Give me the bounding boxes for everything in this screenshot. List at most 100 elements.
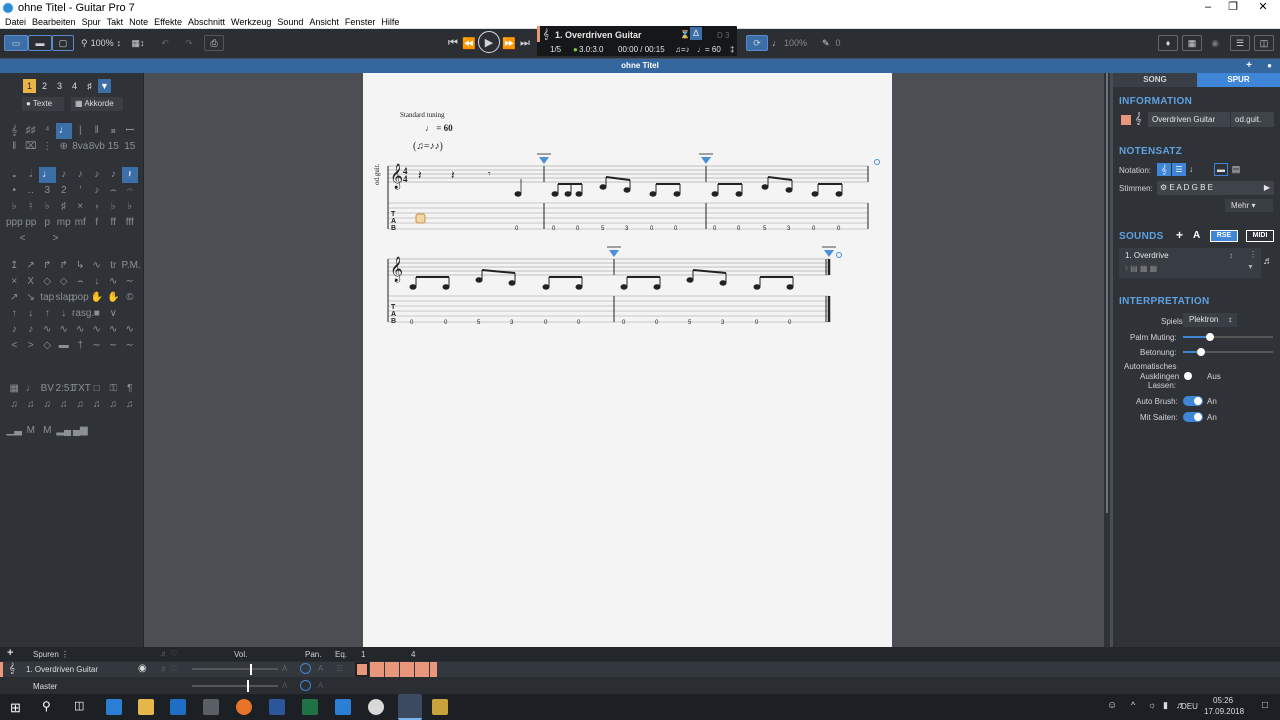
bv-icon[interactable]: BV <box>39 381 56 397</box>
automation-2-icon[interactable]: M <box>23 423 40 439</box>
zoom-control[interactable]: ⚲ 100% ↕ <box>78 35 128 51</box>
brush-up-icon[interactable]: < <box>6 338 23 354</box>
scrollbar-thumb[interactable] <box>1106 73 1108 513</box>
effect-chain-icon[interactable]: ♮ ▤ ▦ ▦ <box>1125 264 1157 273</box>
fingering-icon[interactable]: ∨ <box>105 306 122 322</box>
track-pan-knob[interactable] <box>300 663 311 674</box>
release-icon[interactable]: ↳ <box>72 258 89 274</box>
layout-options-icon[interactable]: ▦↕ <box>127 35 149 51</box>
tuplet-icon[interactable]: ♩ <box>55 123 72 139</box>
tab-number[interactable]: 5 <box>763 226 766 232</box>
bar-line-icon[interactable]: | <box>72 123 89 139</box>
strings-toggle[interactable] <box>1183 412 1203 422</box>
golpe-2-icon[interactable]: ◇ <box>39 338 56 354</box>
speed-control[interactable]: ♩ 100% <box>772 35 812 51</box>
tab-number[interactable]: 5 <box>601 226 604 232</box>
vibrato-bend-icon[interactable]: ∿ <box>89 258 106 274</box>
tab-number[interactable]: 5 <box>477 320 480 326</box>
eighth-note-icon[interactable]: ♪ <box>56 167 73 183</box>
tab-spur[interactable]: SPUR <box>1197 73 1280 87</box>
pm-icon[interactable]: P.M. <box>122 258 141 274</box>
metronome-toggle-icon[interactable]: ∆ <box>690 27 702 40</box>
double-dot-icon[interactable]: ‥ <box>23 183 40 199</box>
clock-date[interactable]: 17.09.2018 <box>1204 707 1244 716</box>
menu-sound[interactable]: Sound <box>277 17 303 27</box>
more-button[interactable]: Mehr ▾ <box>1225 199 1273 212</box>
notation-numbered-icon[interactable]: ▬ <box>1214 163 1228 176</box>
tray-arrow-icon[interactable]: ^ <box>1131 700 1135 710</box>
tab-number[interactable]: 5 <box>688 320 691 326</box>
whammy-icon[interactable]: ∿ <box>39 322 56 338</box>
tab-number[interactable]: 0 <box>515 226 518 232</box>
tab-number[interactable]: 0 <box>755 320 758 326</box>
dyn-ppp-icon[interactable]: ppp <box>6 215 23 231</box>
menu-spur[interactable]: Spur <box>82 17 101 27</box>
menu-note[interactable]: Note <box>129 17 148 27</box>
beam-3-icon[interactable]: ♫ <box>39 397 56 413</box>
track-row[interactable]: 𝄞 1. Overdriven Guitar ◉ ♬ ♡ A A ☰ <box>0 662 1280 677</box>
automation-4-icon[interactable]: ▂▄ <box>56 423 73 439</box>
tab-number[interactable]: 0 <box>552 226 555 232</box>
single-note-icon[interactable]: ♩ <box>23 381 40 397</box>
tap-harmonic-icon[interactable]: ↓ <box>89 274 106 290</box>
menu-effekte[interactable]: Effekte <box>154 17 182 27</box>
thirty-second-note-icon[interactable]: ♪ <box>89 167 106 183</box>
task-view-icon[interactable]: ◫ <box>74 699 84 712</box>
tab-number[interactable]: 0 <box>444 320 447 326</box>
accent-knob[interactable] <box>1197 348 1205 356</box>
add-tab-icon[interactable]: + <box>1246 59 1252 73</box>
tab-number[interactable]: 0 <box>544 320 547 326</box>
guitar-pro-taskbar-icon[interactable] <box>398 694 422 720</box>
beam-4-icon[interactable]: ♫ <box>56 397 73 413</box>
mute-solo-icon[interactable]: ♬ ♡ <box>160 664 177 673</box>
track-row-name[interactable]: 1. Overdriven Guitar <box>26 665 98 674</box>
rake-icon[interactable]: ∿ <box>105 322 122 338</box>
stroke-down-icon[interactable]: ↓ <box>23 306 40 322</box>
visibility-eye-icon[interactable]: ◉ <box>138 663 147 674</box>
excel-icon[interactable] <box>302 699 318 715</box>
wide-vibrato-icon[interactable]: ∼ <box>122 274 139 290</box>
lock-icon[interactable]: ⚿ <box>105 381 122 397</box>
free-time-icon[interactable]: ⋮ <box>39 139 56 155</box>
network-icon[interactable]: ☼ <box>1148 700 1156 710</box>
tuplet-2-icon[interactable]: 2 <box>56 183 73 199</box>
dropbox-icon[interactable] <box>335 699 351 715</box>
volume-control[interactable]: ✎ 0 <box>822 35 867 51</box>
tab-number[interactable]: 0 <box>650 226 653 232</box>
voice-2-button[interactable]: 2 <box>38 79 51 93</box>
vibrato-icon[interactable]: ∿ <box>105 274 122 290</box>
decrescendo-icon[interactable]: > <box>39 231 72 247</box>
pop-icon[interactable]: pop <box>72 290 89 306</box>
quindicesima-bassa-icon[interactable]: 15 <box>122 139 139 155</box>
tie-icon[interactable]: ′ <box>72 183 89 199</box>
dyn-mp-icon[interactable]: mp <box>56 215 73 231</box>
ghost-note-icon[interactable]: X <box>23 274 40 290</box>
voice-options-icon[interactable]: ♯ <box>83 79 96 93</box>
automation-a-icon[interactable]: A <box>318 681 323 690</box>
view-horizontal-icon[interactable]: ▬ <box>28 35 52 51</box>
segno-icon[interactable]: 𝄩 <box>122 123 139 139</box>
tab-number[interactable]: 3 <box>510 320 513 326</box>
view-screen-icon[interactable]: ▢ <box>52 35 74 51</box>
flat-icon[interactable]: ♭ <box>6 199 23 215</box>
let-ring-icon[interactable]: ⌢ <box>72 274 89 290</box>
menu-hilfe[interactable]: Hilfe <box>381 17 399 27</box>
language-indicator[interactable]: DEU <box>1181 702 1198 711</box>
automation-1-icon[interactable]: ▁▃ <box>6 423 23 439</box>
whammy-dive-icon[interactable]: ∿ <box>72 322 89 338</box>
pickstroke-icon[interactable]: ∿ <box>89 322 106 338</box>
track-name-field[interactable]: Overdriven Guitar <box>1148 112 1230 127</box>
go-end-icon[interactable]: ⏭ <box>518 35 532 51</box>
menu-datei[interactable]: Datei <box>5 17 26 27</box>
double-flat-icon[interactable]: ♭ <box>39 199 56 215</box>
accent-slider[interactable] <box>1183 348 1273 356</box>
tab-number[interactable]: 3 <box>721 320 724 326</box>
slap-icon[interactable]: slap <box>56 290 74 306</box>
menu-ansicht[interactable]: Ansicht <box>309 17 339 27</box>
tap-icon[interactable]: tap <box>39 290 56 306</box>
harmonic-icon[interactable]: ◇ <box>39 274 56 290</box>
file-explorer-icon[interactable] <box>138 699 154 715</box>
guitar-view-icon[interactable]: ♦ <box>1158 35 1178 51</box>
volume-swell-icon[interactable]: ∼ <box>122 338 139 354</box>
pilcrow-icon[interactable]: ¶ <box>122 381 139 397</box>
